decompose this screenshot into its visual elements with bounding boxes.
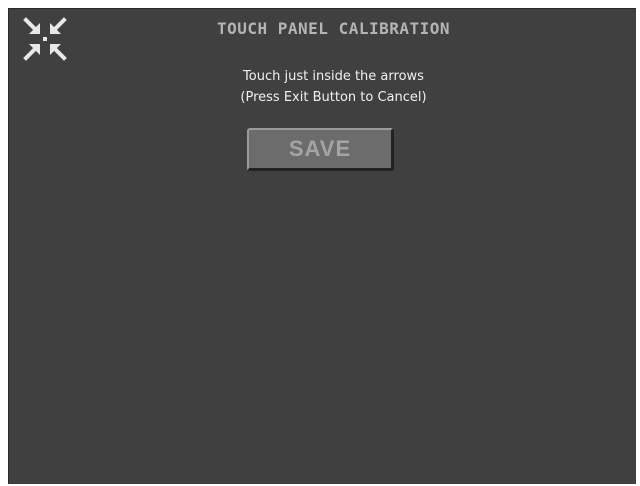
instruction-line-1: Touch just inside the arrows: [243, 69, 424, 84]
save-button[interactable]: SAVE: [247, 128, 394, 171]
calibration-screen[interactable]: TOUCH PANEL CALIBRATION Touch just insid…: [8, 8, 636, 484]
instruction-line-2: (Press Exit Button to Cancel): [240, 90, 427, 105]
page-title: TOUCH PANEL CALIBRATION: [216, 19, 451, 38]
instructions: Touch just inside the arrows (Press Exit…: [9, 66, 636, 108]
